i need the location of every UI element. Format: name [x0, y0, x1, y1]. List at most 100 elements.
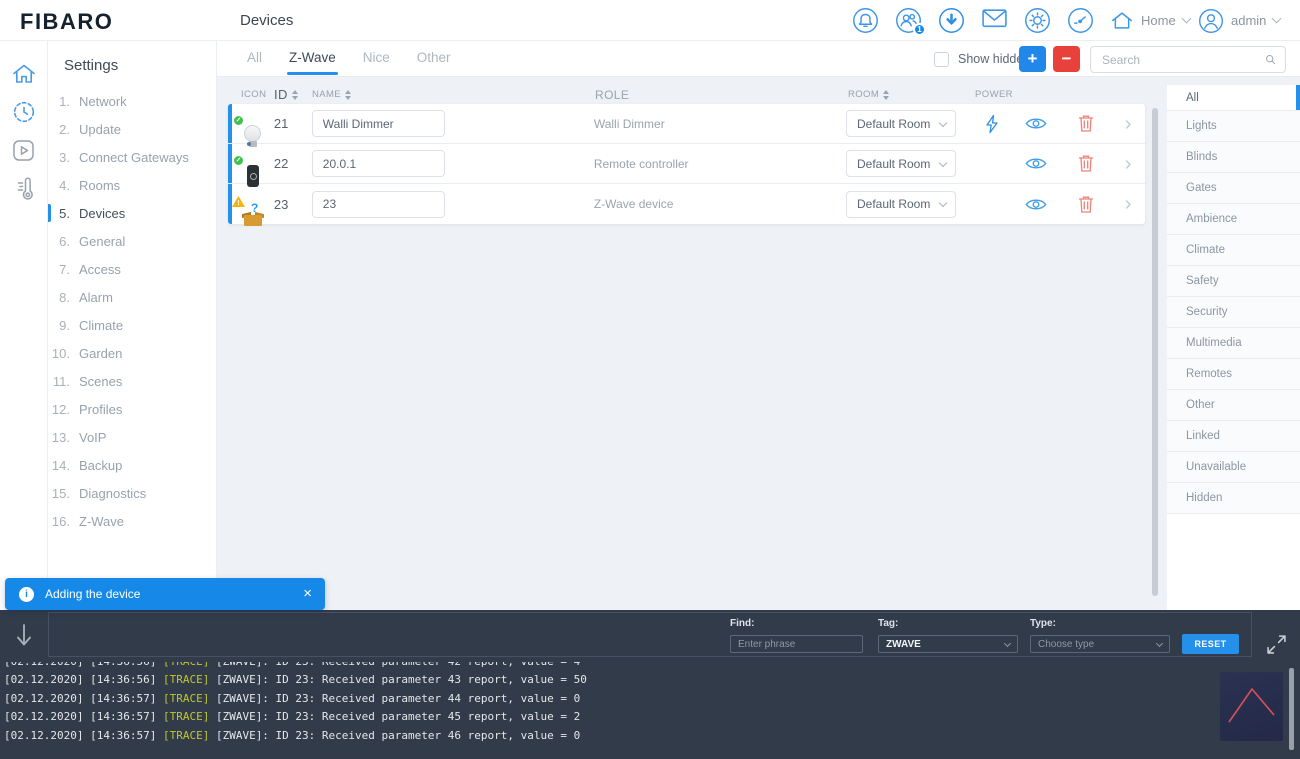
tab-other[interactable]: Other	[417, 41, 451, 77]
item-number: 14.	[48, 458, 70, 473]
category-safety[interactable]: Safety	[1167, 266, 1300, 297]
home-icon[interactable]	[11, 62, 37, 86]
settings-item-alarm[interactable]: 8.Alarm	[48, 283, 216, 311]
category-other[interactable]: Other	[1167, 390, 1300, 421]
category-climate[interactable]: Climate	[1167, 235, 1300, 266]
settings-item-connect-gateways[interactable]: 3.Connect Gateways	[48, 143, 216, 171]
find-input-box	[730, 635, 863, 653]
tag-select[interactable]: ZWAVE	[878, 635, 1018, 653]
settings-item-update[interactable]: 2.Update	[48, 115, 216, 143]
category-gates[interactable]: Gates	[1167, 173, 1300, 204]
column-name[interactable]: NAME	[312, 89, 595, 100]
visibility-eye-icon[interactable]	[1025, 116, 1047, 131]
category-lights[interactable]: Lights	[1167, 111, 1300, 142]
row-expand-chevron[interactable]: ›	[1125, 153, 1132, 175]
users-button[interactable]: 1	[895, 7, 922, 34]
settings-item-network[interactable]: 1.Network	[48, 87, 216, 115]
home-selector[interactable]: Home	[1110, 0, 1190, 41]
table-header: ICON ID NAME ROLE ROOM POWER	[228, 85, 1145, 104]
delete-trash-icon[interactable]	[1078, 195, 1094, 214]
category-hidden[interactable]: Hidden	[1167, 483, 1300, 514]
settings-item-climate[interactable]: 9.Climate	[48, 311, 216, 339]
scenes-play-icon[interactable]	[11, 138, 36, 163]
category-all[interactable]: All	[1167, 85, 1300, 111]
item-number: 8.	[48, 290, 70, 305]
column-room[interactable]: ROOM	[848, 89, 974, 100]
settings-item-diagnostics[interactable]: 15.Diagnostics	[48, 479, 216, 507]
user-selector[interactable]: admin	[1198, 0, 1280, 41]
row-expand-chevron[interactable]: ›	[1125, 193, 1132, 215]
item-number: 4.	[48, 178, 70, 193]
category-remotes[interactable]: Remotes	[1167, 359, 1300, 390]
tab-nice[interactable]: Nice	[363, 41, 390, 77]
history-icon[interactable]	[11, 99, 37, 125]
tab-all[interactable]: All	[247, 41, 262, 77]
chart-thumbnail[interactable]	[1220, 672, 1283, 741]
update-button[interactable]	[938, 7, 965, 34]
settings-item-backup[interactable]: 14.Backup	[48, 451, 216, 479]
item-number: 16.	[48, 514, 70, 529]
device-name-input[interactable]	[312, 110, 445, 137]
search-box	[1090, 46, 1286, 73]
log-console: Find: Tag: ZWAVE Type: Choose type RESET…	[0, 610, 1300, 759]
settings-item-zwave[interactable]: 16.Z-Wave	[48, 507, 216, 535]
climate-thermometer-icon[interactable]	[12, 176, 36, 202]
find-input[interactable]	[731, 639, 874, 650]
log-date: [02.12.2020]	[4, 729, 83, 742]
log-time: [14:36:56]	[90, 673, 156, 686]
delete-trash-icon[interactable]	[1078, 114, 1094, 133]
settings-button[interactable]	[1024, 7, 1051, 34]
settings-item-voip[interactable]: 13.VoIP	[48, 423, 216, 451]
visibility-eye-icon[interactable]	[1025, 197, 1047, 212]
settings-item-scenes[interactable]: 11.Scenes	[48, 367, 216, 395]
category-multimedia[interactable]: Multimedia	[1167, 328, 1300, 359]
settings-item-profiles[interactable]: 12.Profiles	[48, 395, 216, 423]
visibility-eye-icon[interactable]	[1025, 156, 1047, 171]
log-date: [02.12.2020]	[4, 710, 83, 723]
room-select[interactable]: Default Room	[846, 150, 956, 177]
delete-trash-icon[interactable]	[1078, 154, 1094, 173]
category-linked[interactable]: Linked	[1167, 421, 1300, 452]
settings-item-general[interactable]: 6.General	[48, 227, 216, 255]
room-select[interactable]: Default Room	[846, 191, 956, 218]
category-blinds[interactable]: Blinds	[1167, 142, 1300, 173]
tag-select-value: ZWAVE	[886, 639, 921, 650]
category-unavailable[interactable]: Unavailable	[1167, 452, 1300, 483]
gauge-icon	[1067, 7, 1094, 34]
settings-item-garden[interactable]: 10.Garden	[48, 339, 216, 367]
mail-button[interactable]	[981, 7, 1008, 34]
show-hidden-checkbox[interactable]	[934, 52, 949, 67]
icon-rail	[0, 41, 48, 610]
log-message: [ZWAVE]: ID 23: Received parameter 46 re…	[216, 729, 580, 742]
row-accent-bar	[228, 144, 232, 183]
console-scrollbar[interactable]	[1289, 668, 1294, 750]
collapse-arrow-icon[interactable]	[15, 623, 33, 649]
expand-fullscreen-icon[interactable]	[1266, 634, 1287, 655]
log-output[interactable]: [02.12.2020] [14:36:56] [TRACE] [ZWAVE]:…	[0, 662, 1280, 759]
category-security[interactable]: Security	[1167, 297, 1300, 328]
settings-item-devices[interactable]: 5.Devices	[48, 199, 216, 227]
toast-close-icon[interactable]: ×	[303, 587, 312, 601]
alarm-button[interactable]	[852, 7, 879, 34]
status-ok-icon: ✓	[233, 115, 244, 126]
reset-button[interactable]: RESET	[1182, 634, 1239, 654]
diagnostics-button[interactable]	[1067, 7, 1094, 34]
device-name-input[interactable]	[312, 191, 445, 218]
column-power: POWER	[974, 89, 1014, 100]
row-expand-chevron[interactable]: ›	[1125, 113, 1132, 135]
log-line: [02.12.2020] [14:36:57] [TRACE] [ZWAVE]:…	[4, 727, 1280, 745]
type-select[interactable]: Choose type	[1030, 635, 1170, 653]
settings-item-access[interactable]: 7.Access	[48, 255, 216, 283]
device-name-input[interactable]	[312, 150, 445, 177]
tab-zwave[interactable]: Z-Wave	[289, 41, 336, 77]
table-scrollbar[interactable]	[1152, 108, 1158, 596]
add-device-button[interactable]: +	[1019, 46, 1046, 72]
category-ambience[interactable]: Ambience	[1167, 204, 1300, 235]
room-select[interactable]: Default Room	[846, 110, 956, 137]
remove-device-button[interactable]: −	[1053, 46, 1080, 72]
item-number: 5.	[48, 206, 70, 221]
settings-item-rooms[interactable]: 4.Rooms	[48, 171, 216, 199]
row-accent-bar	[228, 184, 232, 224]
search-input[interactable]	[1091, 53, 1265, 67]
column-id[interactable]: ID	[274, 87, 312, 102]
